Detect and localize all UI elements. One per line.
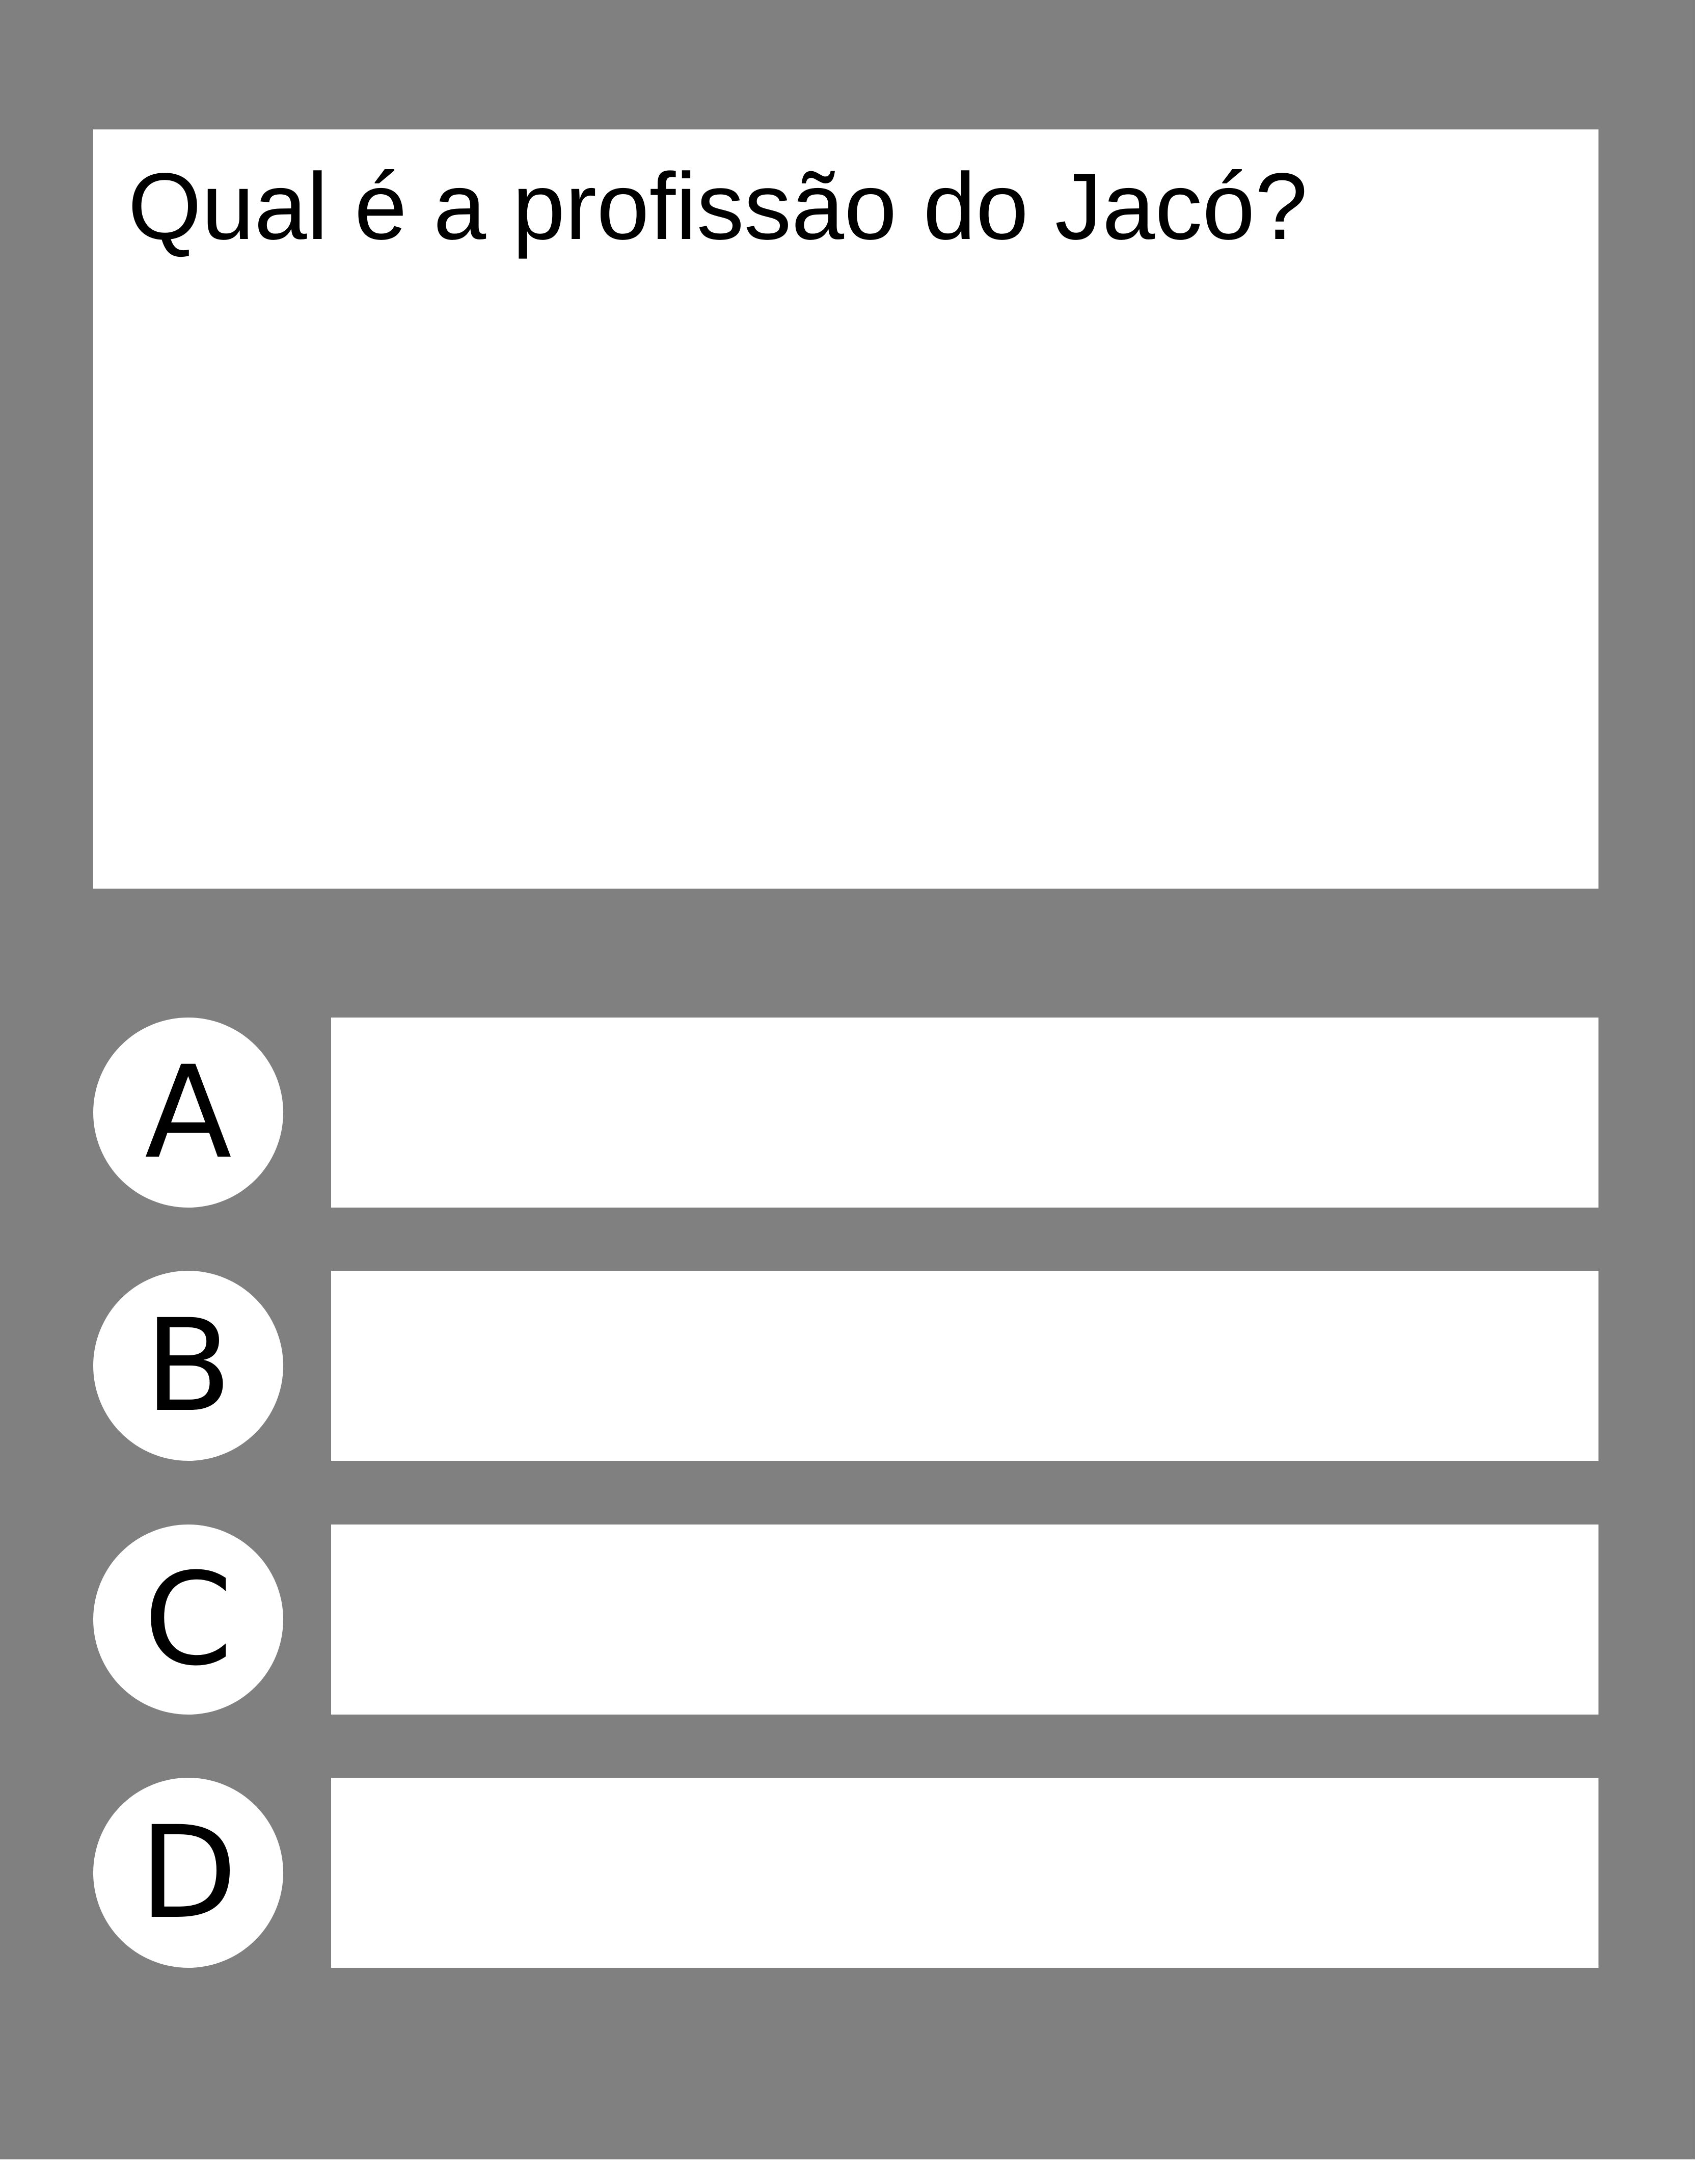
question-panel: Qual é a profissão do Jacó?: [93, 129, 1598, 889]
option-a-button[interactable]: A: [93, 1018, 283, 1208]
option-b-answer-box[interactable]: [331, 1271, 1598, 1461]
option-a-answer-box[interactable]: [331, 1018, 1598, 1208]
option-b-button[interactable]: B: [93, 1271, 283, 1461]
option-d-letter: D: [139, 1798, 237, 1947]
question-text: Qual é a profissão do Jacó?: [128, 154, 1308, 259]
quiz-card: Qual é a profissão do Jacó? A B C D: [0, 0, 1695, 2159]
option-c-button[interactable]: C: [93, 1525, 283, 1715]
option-a-letter: A: [144, 1038, 232, 1187]
option-c-answer-box[interactable]: [331, 1525, 1598, 1715]
option-d-answer-box[interactable]: [331, 1778, 1598, 1968]
option-b-letter: B: [144, 1291, 232, 1440]
option-d-button[interactable]: D: [93, 1778, 283, 1968]
option-c-letter: C: [144, 1545, 233, 1694]
